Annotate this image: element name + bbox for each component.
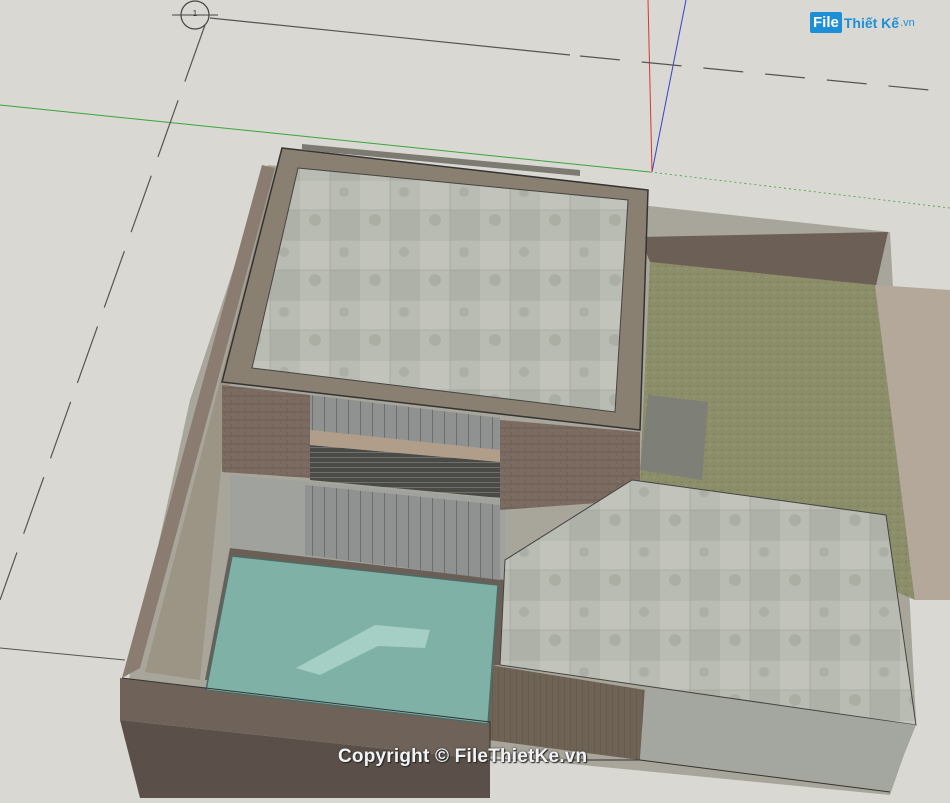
site-logo[interactable]: File Thiết Kế .vn xyxy=(810,12,915,33)
stair-block xyxy=(640,395,708,480)
section-marker[interactable]: 1 xyxy=(172,0,218,30)
logo-text: Thiết Kế xyxy=(843,14,900,31)
section-marker-label: 1 xyxy=(193,9,198,18)
sketchup-viewport[interactable]: 1 File Thiết Kế .vn Copyright © FileThie… xyxy=(0,0,950,798)
logo-badge: File xyxy=(810,12,842,33)
brick-wall-left xyxy=(222,385,310,478)
model-canvas[interactable]: 1 xyxy=(0,0,950,798)
copyright-watermark: Copyright © FileThietKe.vn xyxy=(338,746,588,767)
logo-suffix: .vn xyxy=(900,16,915,29)
